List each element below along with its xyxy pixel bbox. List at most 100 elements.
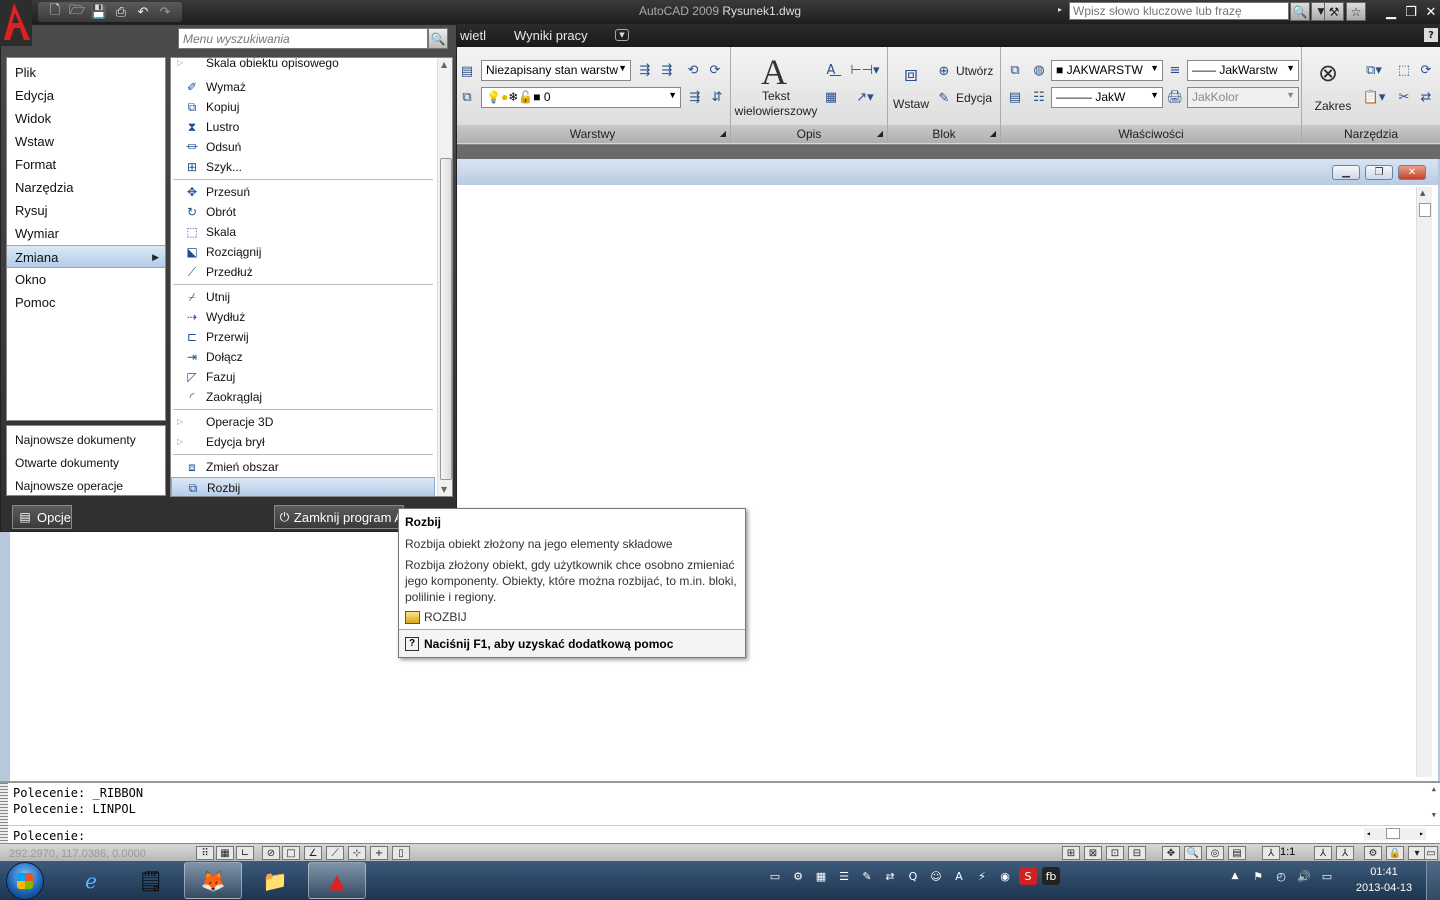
exit-program-button[interactable]: ⏻ Zamknij program A [274, 505, 404, 529]
dyn-icon[interactable]: ⊹ [348, 846, 366, 860]
submenu-scroll-up-icon[interactable]: ▲ [441, 60, 447, 69]
zoom-icon[interactable]: 🔍 [1184, 846, 1202, 860]
clean-screen-icon[interactable]: ▭ [1424, 846, 1438, 860]
menu-search-icon[interactable]: 🔍 [428, 28, 448, 49]
cmd-horizontal-scrollbar[interactable]: ◂ ▸ [1364, 828, 1426, 840]
submenu-item-wymaz[interactable]: ✐ Wymaż [171, 77, 435, 97]
action-center-flag-icon[interactable]: ⚑ [1249, 867, 1267, 885]
insert-block-icon[interactable]: ⧈ [896, 59, 926, 89]
cmd-scroll-down-icon[interactable]: ▼ [1432, 811, 1436, 819]
search-icon[interactable]: 🔍 [1290, 2, 1310, 21]
show-desktop-button[interactable] [1426, 861, 1440, 900]
copy-clip-icon[interactable]: ⧉▾ [1358, 60, 1390, 80]
submenu-item-przerwij[interactable]: ⊏ Przerwij [171, 327, 435, 347]
layout2-icon[interactable]: ⊡ [1106, 846, 1124, 860]
scroll-thumb[interactable] [1419, 203, 1431, 217]
command-input[interactable]: Polecenie: [8, 825, 1440, 845]
firefox-icon[interactable]: 🦊 [184, 862, 242, 899]
tray-icon-6[interactable]: ⇄ [881, 867, 899, 885]
communication-center-icon[interactable]: ⚒ [1324, 2, 1344, 21]
zoom-extents-icon[interactable]: ⊗ [1312, 57, 1344, 89]
tray-icon-5[interactable]: ✎ [858, 867, 876, 885]
show-hidden-icons-icon[interactable]: ▲ [1226, 867, 1244, 885]
layer-icon-c[interactable]: ⟲ [683, 60, 703, 80]
pan-icon[interactable]: ✥ [1162, 846, 1180, 860]
text-style-icon[interactable]: A͟ [821, 60, 841, 80]
quick-view-icon[interactable]: ⊟ [1128, 846, 1146, 860]
toolbar-lock-icon[interactable]: 🔒 [1386, 846, 1404, 860]
tray-icon-3[interactable]: ▦ [812, 867, 830, 885]
tray-icon-10[interactable]: ⚡ [973, 867, 991, 885]
edit-block-label[interactable]: Edycja [956, 91, 992, 105]
start-button[interactable] [6, 862, 44, 900]
submenu-item-kopiuj[interactable]: ⧉ Kopiuj [171, 97, 435, 117]
menu-item-zmiana[interactable]: Zmiana ▶ [7, 245, 165, 268]
multiline-text-label-1[interactable]: Tekst [731, 89, 821, 103]
layer-icon-b[interactable]: ⇶ [657, 60, 677, 80]
drawing-vertical-scrollbar[interactable]: ▲ [1416, 187, 1432, 777]
submenu-item-zaokraglaj[interactable]: ◜ Zaokrąglaj [171, 387, 435, 407]
edit-block-icon[interactable]: ✎ [934, 88, 954, 108]
annotation-scale-icon[interactable]: ⅄ [1262, 846, 1280, 860]
create-block-icon[interactable]: ⊕ [934, 61, 954, 81]
tab-wyniki-pracy[interactable]: Wyniki pracy [514, 28, 588, 43]
cmd-scroll-up-icon[interactable]: ▲ [1432, 785, 1436, 793]
tray-icon-11[interactable]: ◉ [996, 867, 1014, 885]
cmd-scroll-thumb[interactable] [1386, 828, 1400, 839]
menu-recent-documents[interactable]: Najnowsze dokumenty [7, 429, 165, 452]
network-icon[interactable]: ◴ [1272, 867, 1290, 885]
menu-item-pomoc[interactable]: Pomoc [7, 291, 165, 314]
lwt-icon[interactable]: + [370, 846, 388, 860]
submenu-item-rozciagnij[interactable]: ⬕ Rozciągnij [171, 242, 435, 262]
insert-label[interactable]: Wstaw [892, 97, 930, 111]
minimize-icon[interactable]: ▁ [1380, 3, 1402, 21]
zoom-label[interactable]: Zakres [1306, 99, 1360, 113]
submenu-item-szyk[interactable]: ⊞ Szyk... [171, 157, 435, 177]
tab-wyswietl[interactable]: wietl [460, 28, 486, 43]
match-icon[interactable]: ⇄ [1416, 87, 1436, 107]
workspace-switching-icon[interactable]: ⚙ [1364, 846, 1382, 860]
tray-icon-2[interactable]: ⚙ [789, 867, 807, 885]
current-layer-combo[interactable]: 💡●❄🔓■ 0 ▼ [481, 87, 681, 108]
autocad-logo-icon[interactable] [0, 0, 32, 46]
submenu-item-wydluz[interactable]: ⇢ Wydłuż [171, 307, 435, 327]
cmd-scroll-right-icon[interactable]: ▸ [1419, 829, 1424, 838]
submenu-item-skala-obiektu[interactable]: ▷ Skala obiektu opisowego [171, 58, 435, 73]
multiline-text-icon[interactable]: A [761, 51, 787, 93]
tray-icon-8[interactable]: ☺ [927, 867, 945, 885]
help-icon[interactable]: ? [1424, 28, 1438, 42]
search-expand-arrow-icon[interactable]: ▸ [1058, 5, 1062, 14]
layer-properties-icon[interactable]: ▤ [457, 61, 477, 81]
restore-icon[interactable]: ❐ [1400, 3, 1422, 21]
panel-launcher-icon[interactable]: ◢ [877, 125, 883, 143]
menu-item-rysuj[interactable]: Rysuj [7, 199, 165, 222]
sticky-notes-icon[interactable]: 🗒 [122, 862, 180, 899]
multiline-text-label-2[interactable]: wielowierszowy [731, 104, 821, 118]
ortho-icon[interactable]: ∟ [236, 846, 254, 860]
dimension-icon[interactable]: ⊢⊣▾ [847, 60, 883, 80]
layer-states-icon[interactable]: ⧉ [457, 87, 477, 107]
menu-item-widok[interactable]: Widok [7, 107, 165, 130]
autocad-taskbar-icon[interactable]: ▲ [308, 862, 366, 899]
annotation-scale-value[interactable]: 1:1 [1280, 846, 1295, 858]
keyword-search-input[interactable] [1069, 2, 1289, 20]
layout1-icon[interactable]: ⊠ [1084, 846, 1102, 860]
model-icon[interactable]: ⊞ [1062, 846, 1080, 860]
submenu-item-odsun[interactable]: ⏛ Odsuń [171, 137, 435, 157]
tray-icon-1[interactable]: ▭ [766, 867, 784, 885]
tray-icon-7[interactable]: Q [904, 867, 922, 885]
favorites-star-icon[interactable]: ☆ [1346, 2, 1366, 21]
multileader-icon[interactable]: ↗▾ [847, 87, 883, 107]
close-icon[interactable]: ✕ [1420, 3, 1440, 21]
menu-item-plik[interactable]: Plik [7, 61, 165, 84]
refresh-icon[interactable]: ⟳ [1416, 60, 1436, 80]
quick-select-icon[interactable]: ⬚ [1394, 60, 1414, 80]
internet-explorer-icon[interactable]: ℯ [62, 862, 120, 899]
table-icon[interactable]: ▦ [821, 87, 841, 107]
submenu-item-przesun[interactable]: ✥ Przesuń [171, 182, 435, 202]
submenu-item-operacje-3d[interactable]: ▷ Operacje 3D [171, 412, 435, 432]
match-properties-icon[interactable]: ⧉ [1005, 60, 1025, 80]
drawing-close-icon[interactable]: ✕ [1398, 165, 1426, 180]
display-icon[interactable]: ▭ [1318, 867, 1336, 885]
submenu-scroll-thumb[interactable] [440, 158, 452, 480]
